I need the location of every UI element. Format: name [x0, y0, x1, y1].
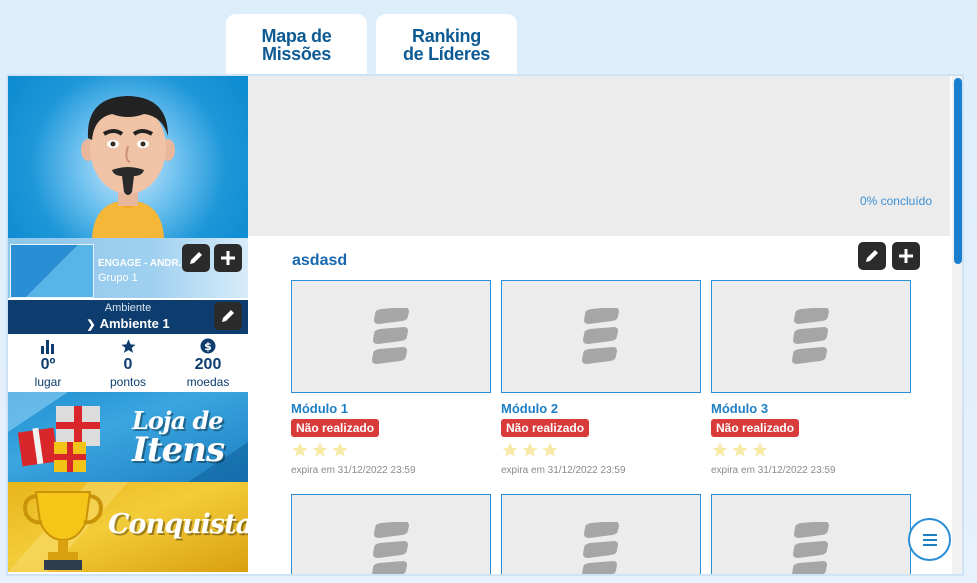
- points-value: 0: [123, 356, 133, 373]
- tab-leader-ranking[interactable]: Ranking de Líderes: [376, 14, 517, 76]
- add-module-button[interactable]: [892, 242, 920, 270]
- module-thumbnail[interactable]: [501, 280, 701, 393]
- tab-label-line2: de Líderes: [402, 44, 491, 64]
- engage-logo-icon: [582, 521, 619, 574]
- edit-environment-button[interactable]: [214, 302, 242, 330]
- star-icon: [522, 442, 538, 457]
- mission-map-panel: 0% concluído asdasd Módulo 1 Não realiza…: [248, 76, 950, 574]
- plus-icon: [899, 249, 913, 263]
- module-card[interactable]: [291, 494, 491, 574]
- module-card[interactable]: [711, 494, 911, 574]
- achievements-banner-label: Conquistas: [108, 509, 248, 540]
- coins-value: 200: [194, 356, 222, 373]
- avatar-illustration: [81, 96, 175, 238]
- stat-coins: $ 200 moedas: [168, 334, 248, 390]
- star-icon: [292, 442, 308, 457]
- environment-value: Ambiente 1: [99, 316, 170, 331]
- environment-label: Ambiente: [104, 302, 152, 314]
- status-badge: Não realizado: [711, 419, 800, 437]
- module-card[interactable]: [501, 494, 701, 574]
- profile-sidebar: ENGAGE - ANDR... Grupo 1 Ambiente ❯ Ambie…: [8, 76, 248, 574]
- pencil-icon: [866, 250, 878, 262]
- module-title: Módulo 3: [711, 401, 769, 416]
- status-badge: Não realizado: [501, 419, 590, 437]
- module-expiry: expira em 31/12/2022 23:59: [711, 465, 836, 476]
- module-expiry: expira em 31/12/2022 23:59: [291, 465, 416, 476]
- module-card[interactable]: Módulo 1 Não realizado expira em 31/12/2…: [291, 280, 491, 476]
- star-icon: [120, 338, 136, 353]
- progress-text: 0% concluído: [859, 194, 932, 208]
- coins-label: moedas: [186, 375, 230, 389]
- coin-icon: $: [200, 338, 216, 354]
- module-rating: [291, 441, 491, 459]
- engage-logo-icon: [582, 307, 619, 364]
- svg-text:$: $: [204, 340, 212, 353]
- plus-icon: [221, 251, 235, 265]
- edit-team-button[interactable]: [182, 244, 210, 272]
- progress-area: 0% concluído: [248, 76, 950, 236]
- stat-points: 0 pontos: [88, 334, 168, 390]
- edit-section-button[interactable]: [858, 242, 886, 270]
- star-icon: [752, 442, 768, 457]
- module-title: Módulo 2: [501, 401, 559, 416]
- stat-rank: 0º lugar: [8, 334, 88, 390]
- team-group: Grupo 1: [98, 272, 138, 284]
- module-card[interactable]: Módulo 2 Não realizado expira em 31/12/2…: [501, 280, 701, 476]
- team-name: ENGAGE - ANDR...: [98, 258, 188, 269]
- team-logo: [10, 244, 94, 298]
- module-thumbnail[interactable]: [711, 280, 911, 393]
- chevron-down-icon: ❯: [86, 319, 96, 331]
- star-icon: [332, 442, 348, 457]
- module-thumbnail[interactable]: [291, 280, 491, 393]
- pencil-icon: [190, 252, 202, 264]
- add-team-button[interactable]: [214, 244, 242, 272]
- team-card: ENGAGE - ANDR... Grupo 1: [8, 238, 248, 298]
- store-banner-line2: Itens: [132, 430, 225, 470]
- tab-mission-map[interactable]: Mapa de Missões: [226, 14, 367, 76]
- tab-label-line2: Missões: [262, 44, 331, 64]
- scrollbar-thumb[interactable]: [954, 78, 962, 264]
- pencil-icon: [222, 310, 234, 322]
- module-title: Módulo 1: [291, 401, 349, 416]
- bar-chart-icon: [41, 340, 54, 354]
- module-thumbnail[interactable]: [291, 494, 491, 574]
- environment-selector[interactable]: Ambiente ❯ Ambiente 1: [8, 300, 248, 334]
- avatar[interactable]: [8, 76, 248, 238]
- section-title: asdasd: [292, 252, 348, 269]
- engage-logo-icon: [792, 521, 829, 574]
- star-icon: [542, 442, 558, 457]
- rank-value: 0º: [40, 356, 56, 373]
- engage-logo-icon: [372, 307, 409, 364]
- module-card[interactable]: Módulo 3 Não realizado expira em 31/12/2…: [711, 280, 911, 476]
- module-rating: [711, 441, 911, 459]
- engage-logo-icon: [372, 521, 409, 574]
- module-thumbnail[interactable]: [711, 494, 911, 574]
- menu-button[interactable]: [908, 518, 951, 561]
- module-thumbnail[interactable]: [501, 494, 701, 574]
- star-icon: [712, 442, 728, 457]
- star-icon: [732, 442, 748, 457]
- content-frame: ENGAGE - ANDR... Grupo 1 Ambiente ❯ Ambie…: [6, 74, 964, 576]
- tab-label-line1: Mapa de: [261, 26, 332, 46]
- tab-label-line1: Ranking: [412, 26, 481, 46]
- module-rating: [501, 441, 701, 459]
- star-icon: [312, 442, 328, 457]
- item-store-banner[interactable]: Loja de Itens: [8, 392, 248, 482]
- status-badge: Não realizado: [291, 419, 380, 437]
- engage-logo-icon: [792, 307, 829, 364]
- points-label: pontos: [109, 375, 147, 389]
- star-icon: [502, 442, 518, 457]
- rank-label: lugar: [34, 375, 62, 389]
- achievements-banner[interactable]: Conquistas: [8, 482, 248, 572]
- user-stats: 0º lugar 0 pontos $ 200 moedas: [8, 334, 248, 392]
- menu-icon: [922, 533, 937, 546]
- module-expiry: expira em 31/12/2022 23:59: [501, 465, 626, 476]
